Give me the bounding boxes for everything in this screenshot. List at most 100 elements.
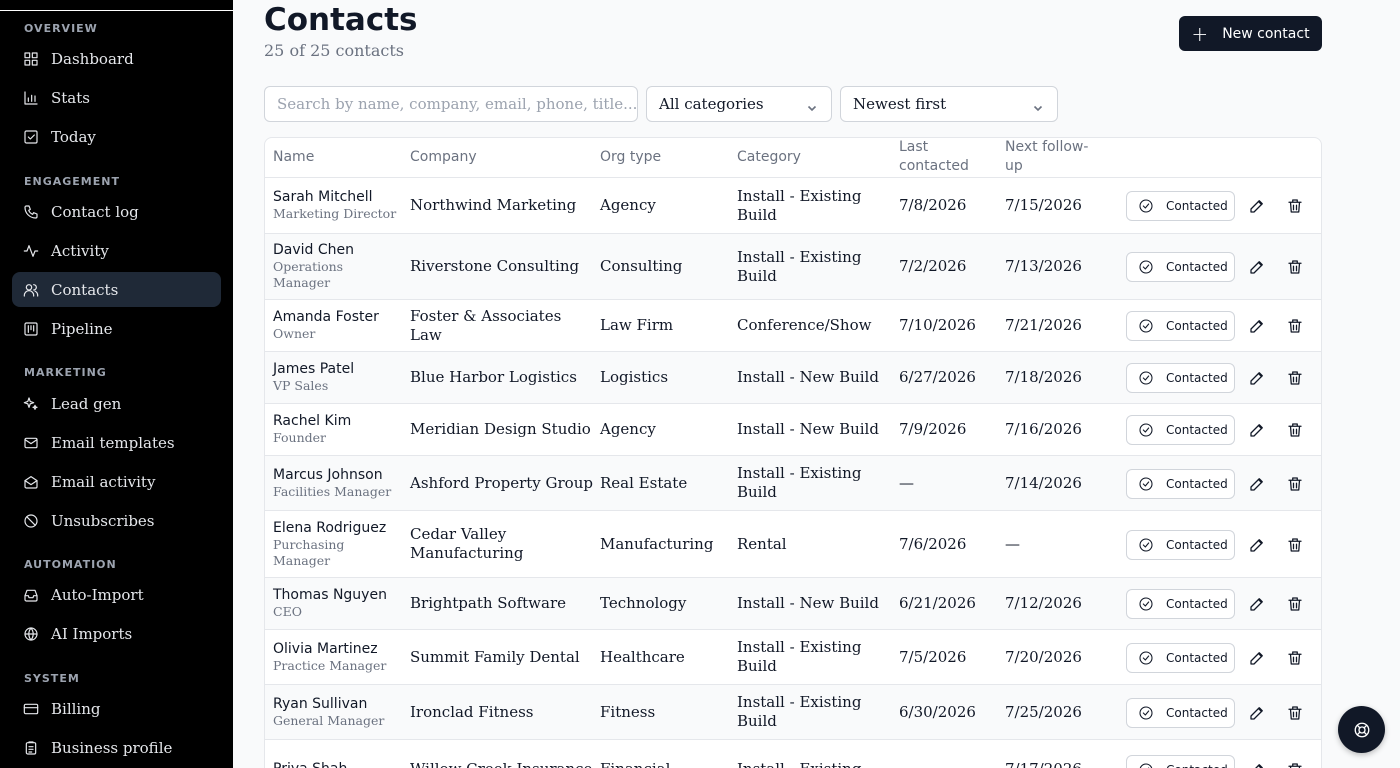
delete-trash-icon[interactable] [1286,317,1304,335]
next-follow-up-cell: 7/17/2026 [1005,740,1105,768]
edit-pencil-icon[interactable] [1248,595,1266,613]
mark-contacted-label: Contacted [1166,260,1228,274]
edit-pencil-icon[interactable] [1248,317,1266,335]
sidebar-item-label: Billing [51,699,101,718]
delete-trash-icon[interactable] [1286,595,1304,613]
sidebar-item-contact-log[interactable]: Contact log [12,194,221,229]
company-cell: Foster & Associates Law [410,306,562,344]
mark-contacted-button[interactable]: Contacted [1126,415,1235,445]
contact-name[interactable]: Thomas Nguyen [273,587,387,604]
sidebar-item-business-profile[interactable]: Business profile [12,730,221,765]
mark-contacted-button[interactable]: Contacted [1126,755,1235,768]
sidebar-item-today[interactable]: Today [12,119,221,154]
org-type-cell: Agency [600,420,656,438]
edit-pencil-icon[interactable] [1248,704,1266,722]
delete-trash-icon[interactable] [1286,536,1304,554]
contact-name[interactable]: Marcus Johnson [273,467,383,484]
company-cell: Meridian Design Studio [410,420,591,438]
sort-select[interactable]: Newest first [840,86,1058,122]
checkbox-icon [23,129,39,145]
edit-pencil-icon[interactable] [1248,536,1266,554]
contact-name[interactable]: Olivia Martinez [273,641,378,658]
delete-trash-icon[interactable] [1286,475,1304,493]
page-title: Contacts [264,2,418,38]
company-cell: Blue Harbor Logistics [410,368,577,386]
contact-name[interactable]: David Chen [273,242,354,259]
mark-contacted-button[interactable]: Contacted [1126,311,1235,341]
sidebar-item-label: Business profile [51,738,173,757]
delete-trash-icon[interactable] [1286,197,1304,215]
mark-contacted-button[interactable]: Contacted [1126,252,1235,282]
edit-pencil-icon[interactable] [1248,197,1266,215]
sidebar-item-stats[interactable]: Stats [12,80,221,115]
help-button[interactable] [1338,706,1385,753]
check-circle-icon [1138,650,1154,666]
last-contacted-cell: 7/2/2026 [899,257,967,275]
delete-trash-icon[interactable] [1286,704,1304,722]
last-contacted-cell: 7/5/2026 [899,647,967,666]
delete-trash-icon[interactable] [1286,421,1304,439]
mark-contacted-button[interactable]: Contacted [1126,643,1235,673]
sidebar-item-pipeline[interactable]: Pipeline [12,311,221,346]
delete-trash-icon[interactable] [1286,761,1304,768]
contact-name[interactable]: Priya Shah [273,761,347,768]
company-cell: Brightpath Software [410,594,566,612]
credit-card-icon [23,701,39,717]
sidebar-item-contacts[interactable]: Contacts [12,272,221,307]
mark-contacted-button[interactable]: Contacted [1126,698,1235,728]
edit-pencil-icon[interactable] [1248,475,1266,493]
delete-trash-icon[interactable] [1286,258,1304,276]
category-cell: Install - New Build [737,594,879,612]
company-cell: Summit Family Dental [410,647,580,666]
search-input[interactable] [264,86,638,122]
edit-pencil-icon[interactable] [1248,421,1266,439]
contact-job-title: Owner [273,326,316,341]
contact-name[interactable]: Ryan Sullivan [273,696,367,713]
column-header-name: Name [273,149,315,165]
edit-pencil-icon[interactable] [1248,369,1266,387]
mark-contacted-button[interactable]: Contacted [1126,530,1235,560]
sidebar-section-automation: AUTOMATION [24,558,117,571]
sidebar-item-auto-import[interactable]: Auto-Import [12,577,221,612]
sidebar-item-activity[interactable]: Activity [12,233,221,268]
sidebar-item-ai-imports[interactable]: AI Imports [12,616,221,651]
sidebar-item-email-templates[interactable]: Email templates [12,425,221,460]
sidebar-item-dashboard[interactable]: Dashboard [12,41,221,76]
last-contacted-cell: — [899,473,914,492]
mark-contacted-button[interactable]: Contacted [1126,469,1235,499]
contact-name[interactable]: Amanda Foster [273,309,379,326]
edit-pencil-icon[interactable] [1248,761,1266,768]
edit-pencil-icon[interactable] [1248,258,1266,276]
mark-contacted-label: Contacted [1166,597,1228,611]
contact-name[interactable]: James Patel [273,361,354,378]
edit-pencil-icon[interactable] [1248,649,1266,667]
contact-name[interactable]: Sarah Mitchell [273,189,373,206]
sidebar-item-billing[interactable]: Billing [12,691,221,726]
sidebar-item-unsubscribes[interactable]: Unsubscribes [12,503,221,538]
contact-name[interactable]: Rachel Kim [273,413,351,430]
contact-name[interactable]: Elena Rodriguez [273,520,386,537]
category-cell: Rental [737,534,787,553]
mark-contacted-button[interactable]: Contacted [1126,191,1235,221]
category-cell: Install - New Build [737,420,879,438]
lifebuoy-icon [1354,722,1369,737]
new-contact-button[interactable]: + New contact [1179,16,1322,51]
contact-job-title: CEO [273,604,302,619]
mark-contacted-label: Contacted [1166,199,1228,213]
sidebar-item-email-activity[interactable]: Email activity [12,464,221,499]
mark-contacted-button[interactable]: Contacted [1126,589,1235,619]
mark-contacted-label: Contacted [1166,423,1228,437]
delete-trash-icon[interactable] [1286,369,1304,387]
delete-trash-icon[interactable] [1286,649,1304,667]
sidebar-section-marketing: MARKETING [24,366,107,379]
category-select[interactable]: All categories [646,86,832,122]
next-follow-up-cell: 7/13/2026 [1005,257,1082,275]
check-circle-icon [1138,318,1154,334]
sidebar-item-lead-gen[interactable]: Lead gen [12,386,221,421]
org-type-cell: Logistics [600,368,669,386]
sidebar-item-label: Dashboard [51,49,134,68]
mark-contacted-label: Contacted [1166,319,1228,333]
mark-contacted-button[interactable]: Contacted [1126,363,1235,393]
table-row: Amanda Foster Owner Foster & Associates La… [265,300,1321,352]
contact-name-cell: Olivia Martinez Practice Manager [273,630,403,684]
